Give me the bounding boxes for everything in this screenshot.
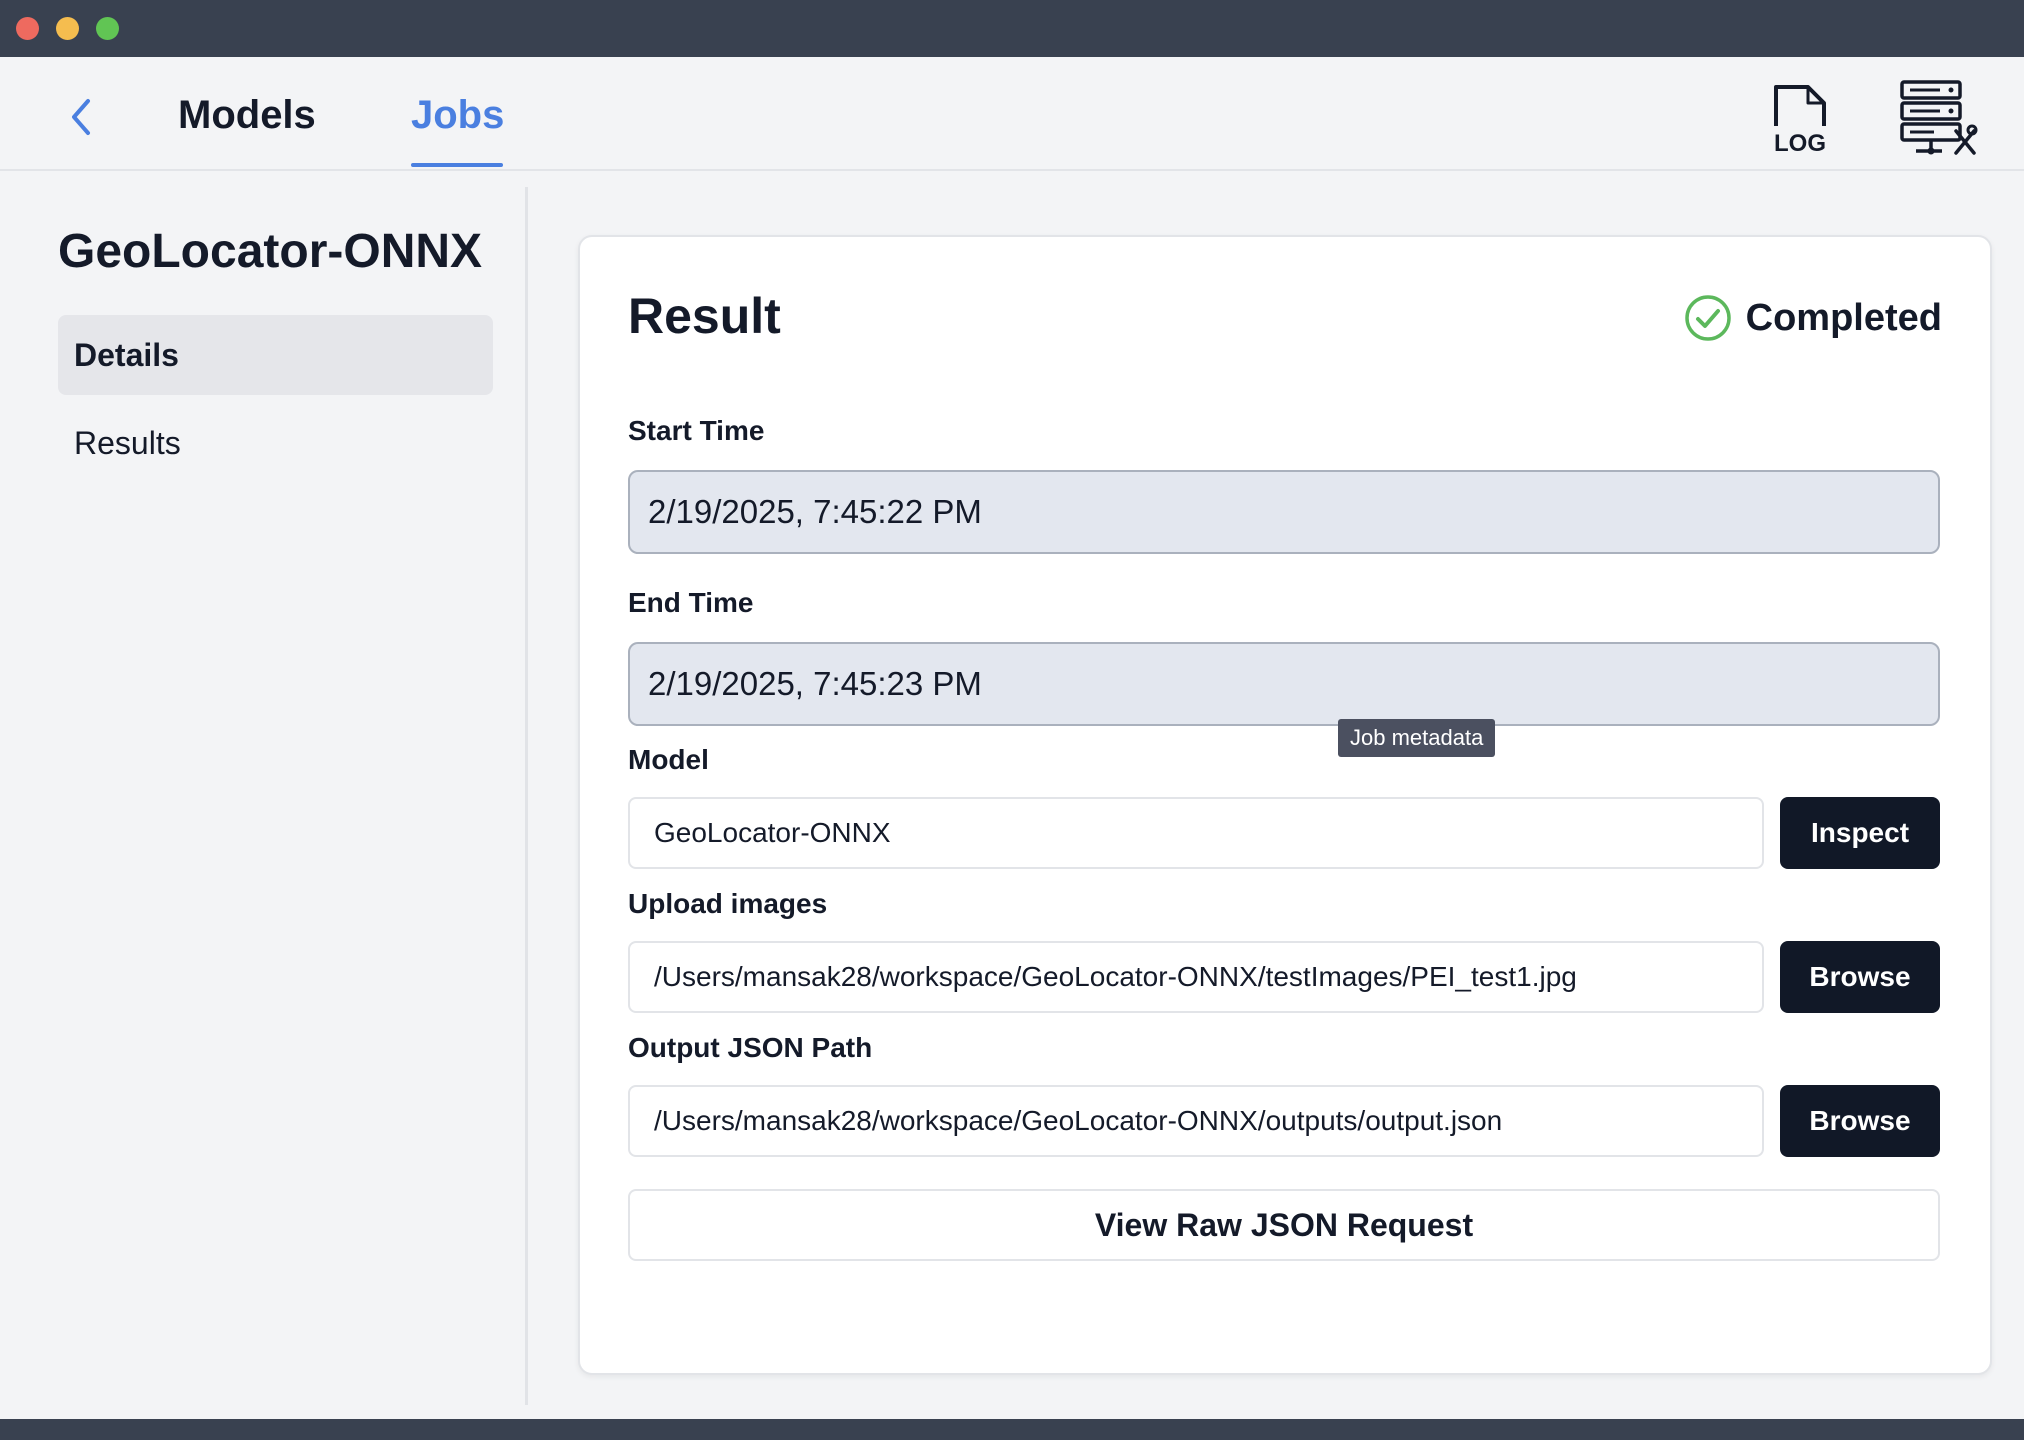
sidebar: GeoLocator-ONNX Details Results [0, 171, 526, 1407]
back-chevron-icon[interactable] [66, 97, 96, 137]
card-title: Result [628, 288, 781, 344]
browse-images-button[interactable]: Browse [1780, 941, 1940, 1013]
output-json-path-label: Output JSON Path [628, 1032, 873, 1063]
sidebar-item-results[interactable]: Results [58, 403, 493, 483]
minimize-window-button[interactable] [56, 17, 79, 40]
top-navigation: Models Jobs LOG [0, 57, 2024, 171]
view-raw-json-button[interactable]: View Raw JSON Request [628, 1189, 1940, 1261]
browse-output-button[interactable]: Browse [1780, 1085, 1940, 1157]
tab-models[interactable]: Models [178, 93, 316, 138]
status-badge: Completed [1684, 293, 1942, 343]
log-file-icon[interactable]: LOG [1772, 84, 1834, 157]
close-window-button[interactable] [16, 17, 39, 40]
maximize-window-button[interactable] [96, 17, 119, 40]
model-title: GeoLocator-ONNX [58, 225, 483, 278]
log-icon-text: LOG [1774, 130, 1826, 154]
upload-images-field[interactable]: /Users/mansak28/workspace/GeoLocator-ONN… [628, 941, 1764, 1013]
status-text: Completed [1745, 296, 1942, 339]
start-time-label: Start Time [628, 415, 765, 446]
model-field[interactable]: GeoLocator-ONNX [628, 797, 1764, 869]
server-settings-icon[interactable] [1898, 79, 1978, 159]
title-bar [0, 0, 2024, 57]
sidebar-item-details[interactable]: Details [58, 315, 493, 395]
end-time-field: 2/19/2025, 7:45:23 PM [628, 642, 1940, 726]
output-json-path-field[interactable]: /Users/mansak28/workspace/GeoLocator-ONN… [628, 1085, 1764, 1157]
bottom-bar [0, 1419, 2024, 1440]
model-label: Model [628, 744, 709, 775]
inspect-button[interactable]: Inspect [1780, 797, 1940, 869]
result-card: Result Completed Start Time 2/19/2025, 7… [578, 235, 1992, 1375]
job-metadata-tooltip: Job metadata [1338, 719, 1496, 757]
upload-images-label: Upload images [628, 888, 828, 919]
end-time-label: End Time [628, 587, 754, 618]
check-circle-icon [1684, 295, 1731, 341]
app-window: Models Jobs LOG GeoLocator-ONNX Details … [0, 0, 2024, 1440]
active-tab-indicator [411, 163, 503, 167]
tab-jobs[interactable]: Jobs [411, 93, 504, 138]
sidebar-divider [525, 187, 528, 1405]
start-time-field: 2/19/2025, 7:45:22 PM [628, 470, 1940, 554]
window-edge [2024, 0, 2036, 1440]
